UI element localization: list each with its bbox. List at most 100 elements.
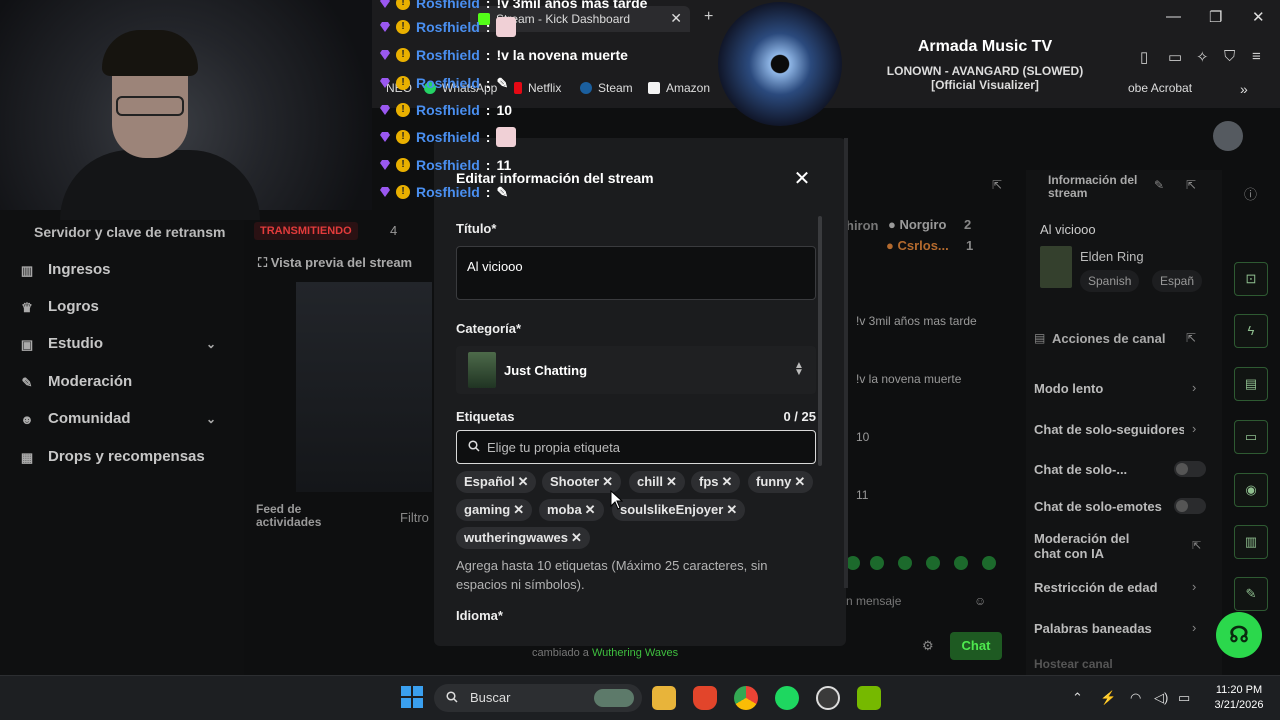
battery-icon[interactable]: ▭ bbox=[1178, 690, 1190, 706]
sidebar-item-comunidad[interactable]: ☻ Comunidad ⌄ bbox=[20, 410, 216, 427]
chat-user-norgiro[interactable]: ● Norgiro bbox=[888, 217, 946, 232]
wallet-icon[interactable]: ▭ bbox=[1168, 48, 1182, 66]
chat-input[interactable]: n mensaje bbox=[846, 594, 901, 608]
emoji-icon[interactable]: ☺ bbox=[974, 594, 986, 608]
file-explorer-icon[interactable] bbox=[652, 686, 676, 710]
layout-icon[interactable]: ▥ bbox=[1234, 525, 1268, 559]
chevron-right-icon: › bbox=[1192, 380, 1197, 395]
brave-icon[interactable] bbox=[693, 686, 717, 710]
bookmarks-more-icon[interactable]: » bbox=[1240, 81, 1248, 97]
action-banned-words[interactable]: Palabras baneadas bbox=[1034, 621, 1164, 636]
spotify-icon[interactable] bbox=[775, 686, 799, 710]
tag-chip[interactable]: chill ✕ bbox=[629, 471, 685, 493]
maximize-icon[interactable]: ❐ bbox=[1209, 8, 1222, 26]
popout-icon[interactable]: ⇱ bbox=[1186, 178, 1196, 192]
emote-icon[interactable] bbox=[870, 556, 884, 570]
remove-tag-icon[interactable]: ✕ bbox=[585, 502, 596, 517]
remove-tag-icon[interactable]: ✕ bbox=[602, 474, 613, 489]
sidebar-item-ingresos[interactable]: ▥ Ingresos bbox=[20, 261, 111, 278]
left-nav bbox=[0, 210, 244, 675]
remove-tag-icon[interactable]: ✕ bbox=[571, 530, 582, 545]
windows-start-icon[interactable] bbox=[401, 686, 423, 708]
ai-icon[interactable]: ✧ bbox=[1196, 48, 1209, 66]
chat-user-csrlos[interactable]: ● Csrlos... bbox=[886, 238, 949, 253]
tab-close-icon[interactable]: ✕ bbox=[670, 10, 682, 27]
bookmark-amazon[interactable]: Amazon bbox=[648, 81, 710, 95]
tag-chip[interactable]: Español ✕ bbox=[456, 471, 537, 493]
sidebar-item-estudio[interactable]: ▣ Estudio ⌄ bbox=[20, 335, 216, 352]
modal-scrollbar[interactable] bbox=[818, 216, 822, 466]
shield-icon[interactable]: ⛉ bbox=[1224, 48, 1235, 65]
action-emotes-only[interactable]: Chat de solo-emotes bbox=[1034, 499, 1174, 514]
clock[interactable]: 11:20 PM 3/21/2026 bbox=[1204, 683, 1274, 713]
action-ai-moderation[interactable]: Moderación del chat con IA bbox=[1034, 531, 1154, 561]
tag-chip[interactable]: wutheringwawes ✕ bbox=[456, 527, 590, 549]
window-close-icon[interactable]: ✕ bbox=[1252, 8, 1265, 26]
wrench-icon[interactable]: ✎ bbox=[1234, 577, 1268, 611]
bookmark-steam[interactable]: Steam bbox=[580, 81, 633, 95]
emote-icon[interactable] bbox=[954, 556, 968, 570]
chrome-icon[interactable] bbox=[734, 686, 758, 710]
chevron-down-icon: ⌄ bbox=[206, 336, 217, 351]
action-followers-only[interactable]: Chat de solo-seguidores bbox=[1034, 422, 1184, 437]
wifi-icon[interactable]: ◠ bbox=[1130, 690, 1141, 706]
taskbar-search[interactable]: Buscar bbox=[434, 684, 642, 712]
emote-icon[interactable] bbox=[898, 556, 912, 570]
tag-chip[interactable]: moba ✕ bbox=[539, 499, 604, 521]
tag-chip[interactable]: fps ✕ bbox=[691, 471, 741, 493]
popout-icon[interactable]: ⇱ bbox=[1186, 331, 1196, 345]
tag-chip[interactable]: gaming ✕ bbox=[456, 499, 533, 521]
volume-icon[interactable]: ◁) bbox=[1154, 690, 1168, 706]
emote-icon[interactable] bbox=[846, 556, 860, 570]
title-input[interactable]: Al viciooo bbox=[456, 246, 816, 300]
action-host[interactable]: Hostear canal bbox=[1034, 657, 1164, 672]
chat-user-partial: hiron bbox=[846, 218, 879, 233]
subs-only-toggle[interactable] bbox=[1174, 461, 1206, 477]
server-key-label[interactable]: Servidor y clave de retransm bbox=[34, 224, 225, 240]
popout-icon[interactable]: ⇱ bbox=[992, 178, 1002, 192]
bookmark-netflix[interactable]: Netflix bbox=[514, 81, 561, 95]
sidebar-item-drops[interactable]: ▦ Drops y recompensas bbox=[20, 448, 205, 465]
obs-icon[interactable] bbox=[816, 686, 840, 710]
remove-tag-icon[interactable]: ✕ bbox=[794, 474, 805, 489]
info-icon[interactable]: ⓘ bbox=[1244, 184, 1257, 203]
sidebar-icon[interactable]: ▯ bbox=[1140, 48, 1148, 66]
tag-input[interactable]: Elige tu propia etiqueta bbox=[456, 430, 816, 464]
remove-tag-icon[interactable]: ✕ bbox=[722, 474, 733, 489]
filter-button[interactable]: Filtro bbox=[400, 510, 429, 525]
chat-send-button[interactable]: Chat bbox=[950, 632, 1002, 660]
sidebar-item-logros[interactable]: ♛ Logros bbox=[20, 298, 99, 315]
broadcast-icon[interactable]: ◉ bbox=[1234, 473, 1268, 507]
emote-icon[interactable] bbox=[926, 556, 940, 570]
action-age-restriction[interactable]: Restricción de edad bbox=[1034, 580, 1164, 595]
nvidia-icon[interactable] bbox=[857, 686, 881, 710]
tray-app-icon[interactable]: ⚡ bbox=[1100, 690, 1116, 706]
emotes-only-toggle[interactable] bbox=[1174, 498, 1206, 514]
gear-icon[interactable]: ⚙ bbox=[922, 638, 934, 654]
document-icon[interactable]: ▤ bbox=[1234, 367, 1268, 401]
edit-icon[interactable]: ✎ bbox=[1154, 178, 1164, 192]
remove-tag-icon[interactable]: ✕ bbox=[513, 502, 524, 517]
avatar[interactable] bbox=[1213, 121, 1243, 151]
bookmark-acrobat[interactable]: obe Acrobat bbox=[1128, 81, 1192, 95]
diamond-badge-icon bbox=[380, 50, 390, 60]
lightning-icon[interactable]: ϟ bbox=[1234, 314, 1268, 348]
support-chat-button[interactable]: ☊ bbox=[1216, 612, 1262, 658]
chat-bubble-icon[interactable]: ▭ bbox=[1234, 420, 1268, 454]
screenshot-icon[interactable]: ⊡ bbox=[1234, 262, 1268, 296]
emote-icon[interactable] bbox=[982, 556, 996, 570]
remove-tag-icon[interactable]: ✕ bbox=[726, 502, 737, 517]
action-slow-mode[interactable]: Modo lento bbox=[1034, 381, 1164, 396]
minimize-icon[interactable]: — bbox=[1166, 8, 1181, 25]
tag-chip[interactable]: soulslikeEnjoyer ✕ bbox=[612, 499, 746, 521]
remove-tag-icon[interactable]: ✕ bbox=[518, 474, 529, 489]
tag-chip[interactable]: funny ✕ bbox=[748, 471, 814, 493]
action-subs-only[interactable]: Chat de solo-... bbox=[1034, 462, 1164, 477]
sidebar-item-moderacion[interactable]: ✎ Moderación bbox=[20, 373, 133, 390]
people-icon: ☻ bbox=[20, 411, 34, 427]
chevron-up-icon[interactable]: ⌃ bbox=[1072, 690, 1083, 706]
menu-icon[interactable]: ≡ bbox=[1252, 48, 1261, 65]
remove-tag-icon[interactable]: ✕ bbox=[666, 474, 677, 489]
new-tab-icon[interactable]: + bbox=[704, 8, 713, 26]
close-icon[interactable]: ✕ bbox=[792, 166, 812, 191]
